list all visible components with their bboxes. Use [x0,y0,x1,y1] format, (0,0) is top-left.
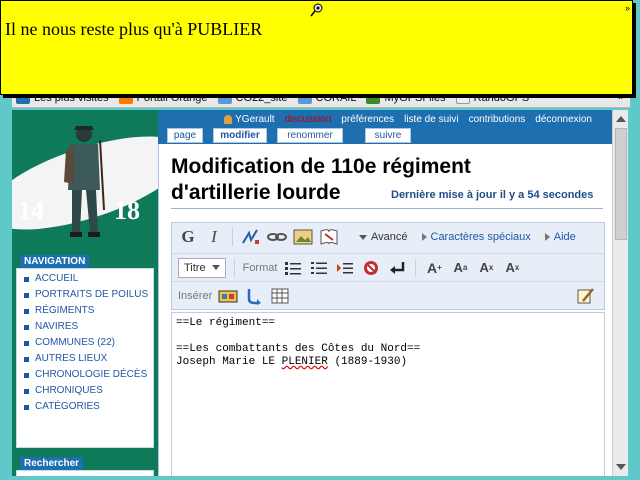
watchlist-link[interactable]: liste de suivi [404,114,458,125]
preferences-link[interactable]: préférences [341,114,394,125]
heading-select[interactable]: Titre [178,257,226,278]
vertical-scrollbar[interactable] [612,110,628,476]
web-page: 14 18 NAVIGATION ACCUEIL PORTRAITS DE PO… [12,110,612,476]
main-content: Modification de 110e régiment d'artiller… [158,144,612,476]
nav-item-navires[interactable]: NAVIRES [23,320,153,334]
nav-item-chroniques[interactable]: CHRONIQUES [23,384,153,398]
nav-item-regiments[interactable]: RÉGIMENTS [23,304,153,318]
signature-icon[interactable] [241,227,261,247]
numbered-list-icon[interactable] [309,258,329,278]
chevron-right-icon [421,233,427,241]
bold-button[interactable]: G [178,227,198,247]
scroll-down-icon[interactable] [616,464,626,470]
nav-item-chronologie[interactable]: CHRONOLOGIE DÉCÈS [23,368,153,382]
editor-line: ==Le régiment== [176,317,276,329]
insert-label: Insérer [178,289,213,302]
help-label: Aide [553,231,576,243]
chevron-down-icon [359,234,367,240]
site-logo[interactable]: 14 18 [12,110,158,250]
table-icon[interactable] [270,286,290,306]
sticky-note[interactable]: Il ne nous reste plus qu'à PUBLIER » [0,0,633,95]
nav-item-portraits[interactable]: PORTRAITS DE POILUS [23,288,153,302]
editor-toolbar: G I Avancé Caractères spéciaux Aide Titr… [171,222,605,310]
note-text: Il ne nous reste plus qu'à PUBLIER [5,19,263,39]
logo-year-start: 14 [18,196,44,225]
tab-page[interactable]: page [167,128,203,143]
special-chars-label: Caractères spéciaux [430,231,531,243]
sidebar: 14 18 NAVIGATION ACCUEIL PORTRAITS DE PO… [12,110,158,476]
editor-line: ==Les combattants des Côtes du Nord== [176,343,421,355]
tab-edit[interactable]: modifier [213,128,267,143]
heading-select-value: Titre [184,261,206,274]
editor-text: Joseph Marie LE [176,356,282,368]
scroll-up-icon[interactable] [616,116,626,122]
reference-icon[interactable] [319,227,339,247]
toolbar-row-main: G I Avancé Caractères spéciaux Aide [172,223,604,251]
redirect-icon[interactable] [244,286,264,306]
toolbar-separator [232,228,233,246]
bulleted-list-icon[interactable] [283,258,303,278]
indent-icon[interactable] [335,258,355,278]
misspelled-word: PLENIER [281,356,328,368]
search-replace-icon[interactable] [576,286,596,306]
subscript-icon[interactable]: Ax [502,258,522,278]
logo-year-end: 18 [114,196,140,225]
help-toggle[interactable]: Aide [544,231,576,243]
editor-text: (1889-1930) [327,356,408,368]
nowiki-icon[interactable] [361,258,381,278]
gallery-icon[interactable] [218,286,238,306]
last-modified: Dernière mise à jour il y a 54 secondes [391,189,594,201]
nav-item-communes[interactable]: COMMUNES (22) [23,336,153,350]
editor-line: Joseph Marie LE PLENIER (1889-1930) [176,356,600,369]
toolbar-separator [233,258,235,277]
special-chars-toggle[interactable]: Caractères spéciaux [421,231,531,243]
personal-toolbar: YGerault discussion préférences liste de… [158,110,612,128]
chevron-right-icon [544,233,550,241]
navigation-list: ACCUEIL PORTRAITS DE POILUS RÉGIMENTS NA… [23,272,153,414]
nav-item-accueil[interactable]: ACCUEIL [23,272,153,286]
pushpin-icon[interactable] [310,3,324,17]
tab-rename[interactable]: renommer [277,128,343,143]
user-name: YGerault [235,113,275,125]
soldier-icon [64,126,105,237]
link-icon[interactable] [267,227,287,247]
image-icon[interactable] [293,227,313,247]
format-label: Format [242,261,278,274]
search-heading: Rechercher [20,457,84,470]
note-resize-icon[interactable]: » [625,3,630,13]
user-link[interactable]: YGerault [224,113,275,125]
italic-button[interactable]: I [204,227,224,247]
nav-item-categories[interactable]: CATÉGORIES [23,400,153,414]
big-text-icon[interactable]: A + [424,258,444,278]
toolbar-separator [415,258,417,277]
toolbar-row-advanced: Titre Format A + A a A x A x [172,253,604,281]
discussion-link[interactable]: discussion [285,114,332,125]
small-text-icon[interactable]: Aa [450,258,470,278]
user-icon [224,114,233,124]
superscript-icon[interactable]: Ax [476,258,496,278]
chevron-down-icon [211,265,220,270]
contributions-link[interactable]: contributions [469,114,526,125]
advanced-toggle[interactable]: Avancé [359,231,408,243]
wikitext-textarea[interactable]: ==Le régiment== ==Les combattants des Côt… [171,312,605,476]
title-divider [171,208,603,209]
navigation-box: ACCUEIL PORTRAITS DE POILUS RÉGIMENTS NA… [16,268,154,448]
tab-watch[interactable]: suivre [365,128,411,143]
logout-link[interactable]: déconnexion [535,114,592,125]
newline-icon[interactable] [387,258,407,278]
navigation-heading: NAVIGATION [20,255,90,268]
scroll-thumb[interactable] [615,128,627,240]
nav-item-autres-lieux[interactable]: AUTRES LIEUX [23,352,153,366]
advanced-label: Avancé [371,231,408,243]
search-box[interactable] [16,470,154,476]
toolbar-row-insert: Insérer [172,281,604,309]
